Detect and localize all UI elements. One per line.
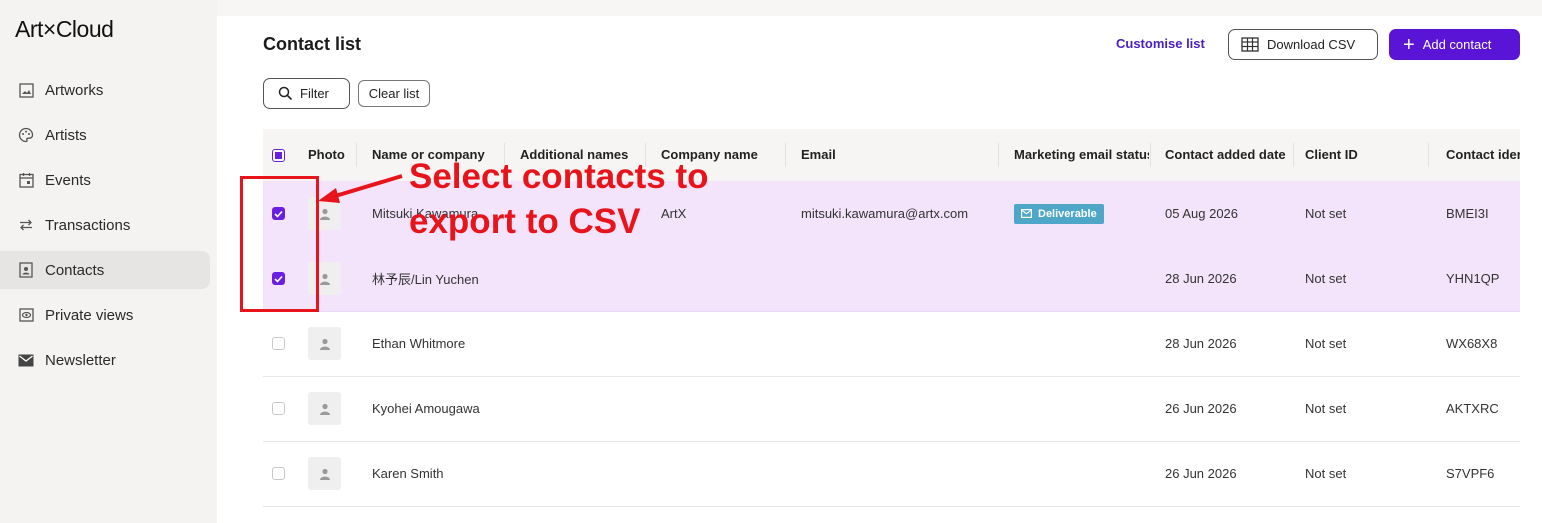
annotation-highlight-box (240, 176, 319, 312)
column-header-photo[interactable]: Photo (308, 147, 353, 162)
annotation-line-2: export to CSV (409, 202, 641, 241)
customise-list-button[interactable]: Customise list (1116, 36, 1205, 51)
sidebar: Art×Cloud Artworks Artists Events Transa… (0, 0, 217, 523)
table-row[interactable]: 林予辰/Lin Yuchen 28 Jun 2026 Not set YHN1Q… (263, 246, 1520, 312)
sidebar-item-contacts[interactable]: Contacts (0, 251, 210, 289)
column-header-email[interactable]: Email (801, 147, 961, 162)
client-id: Not set (1305, 401, 1347, 416)
column-divider[interactable] (998, 143, 999, 167)
palette-icon (18, 127, 34, 143)
contact-identifier: BMEI3I (1446, 206, 1489, 221)
image-icon (18, 82, 34, 98)
avatar (308, 311, 341, 376)
avatar (308, 376, 341, 441)
column-divider[interactable] (1150, 143, 1151, 167)
table-row[interactable]: Kyohei Amougawa 26 Jun 2026 Not set AKTX… (263, 376, 1520, 442)
email: mitsuki.kawamura@artx.com (801, 206, 969, 221)
sidebar-item-label: Contacts (45, 261, 105, 279)
filter-button[interactable]: Filter (263, 78, 350, 109)
row-checkbox[interactable] (272, 311, 285, 376)
page-title: Contact list (263, 34, 362, 54)
top-strip (217, 0, 1542, 16)
contact-identifier: S7VPF6 (1446, 466, 1495, 481)
column-divider[interactable] (356, 143, 357, 167)
contact-name[interactable]: 林予辰/Lin Yuchen (372, 246, 479, 311)
app-logo[interactable]: Art×Cloud (15, 16, 114, 43)
annotation-line-1: Select contacts to (409, 157, 709, 196)
table-row[interactable]: Karen Smith 26 Jun 2026 Not set S7VPF6 (263, 441, 1520, 507)
sidebar-item-transactions[interactable]: Transactions (0, 206, 210, 244)
avatar (308, 441, 341, 506)
column-header-marketing-status[interactable]: Marketing email status (1014, 147, 1149, 162)
table-icon (1241, 37, 1259, 52)
added-date: 05 Aug 2026 (1165, 206, 1239, 221)
main-panel: Contact list Customise list Download CSV… (217, 0, 1542, 523)
clear-list-button[interactable]: Clear list (358, 80, 430, 107)
client-id: Not set (1305, 466, 1347, 481)
contact-identifier: WX68X8 (1446, 336, 1498, 351)
client-id: Not set (1305, 336, 1347, 351)
envelope-icon (1021, 209, 1032, 218)
sidebar-item-artworks[interactable]: Artworks (0, 71, 210, 109)
contact-name[interactable]: Ethan Whitmore (372, 311, 465, 376)
column-divider[interactable] (1428, 143, 1429, 167)
client-id: Not set (1305, 206, 1347, 221)
status-badge: Deliverable (1014, 203, 1104, 224)
contact-identifier: YHN1QP (1446, 271, 1500, 286)
sidebar-item-label: Transactions (45, 216, 131, 234)
mail-icon (18, 352, 34, 368)
calendar-icon (18, 172, 34, 188)
sidebar-item-events[interactable]: Events (0, 161, 210, 199)
sidebar-item-artists[interactable]: Artists (0, 116, 210, 154)
column-header-identifier[interactable]: Contact identifier (1446, 147, 1520, 162)
added-date: 28 Jun 2026 (1165, 336, 1237, 351)
contact-name[interactable]: Kyohei Amougawa (372, 376, 480, 441)
row-checkbox[interactable] (272, 441, 285, 506)
contact-identifier: AKTXRC (1446, 401, 1499, 416)
column-header-client-id[interactable]: Client ID (1305, 147, 1415, 162)
plus-icon: + (1403, 33, 1415, 56)
contact-card-icon (18, 262, 34, 278)
sidebar-item-label: Artists (45, 126, 87, 144)
status-badge-label: Deliverable (1038, 207, 1097, 220)
sidebar-item-label: Newsletter (45, 351, 116, 369)
eye-icon (18, 307, 34, 323)
sidebar-item-label: Private views (45, 306, 134, 324)
column-header-added-date[interactable]: Contact added date (1165, 147, 1291, 162)
sidebar-item-label: Artworks (45, 81, 104, 99)
download-csv-label: Download CSV (1267, 37, 1356, 52)
filter-label: Filter (300, 86, 329, 101)
select-all-checkbox[interactable] (272, 149, 285, 162)
download-csv-button[interactable]: Download CSV (1228, 29, 1378, 60)
sidebar-item-label: Events (45, 171, 91, 189)
sidebar-item-newsletter[interactable]: Newsletter (0, 341, 210, 379)
add-contact-label: Add contact (1422, 37, 1492, 52)
annotation-text: Select contacts to export to CSV (409, 154, 809, 244)
added-date: 26 Jun 2026 (1165, 466, 1237, 481)
row-checkbox[interactable] (272, 376, 285, 441)
marketing-status: Deliverable (1014, 181, 1104, 246)
table-row[interactable]: Ethan Whitmore 28 Jun 2026 Not set WX68X… (263, 311, 1520, 377)
add-contact-button[interactable]: + Add contact (1389, 29, 1520, 60)
sidebar-item-private-views[interactable]: Private views (0, 296, 210, 334)
search-icon (278, 86, 293, 101)
contact-name[interactable]: Karen Smith (372, 441, 444, 506)
client-id: Not set (1305, 271, 1347, 286)
added-date: 28 Jun 2026 (1165, 271, 1237, 286)
added-date: 26 Jun 2026 (1165, 401, 1237, 416)
column-divider[interactable] (1293, 143, 1294, 167)
transfer-icon (18, 217, 34, 233)
